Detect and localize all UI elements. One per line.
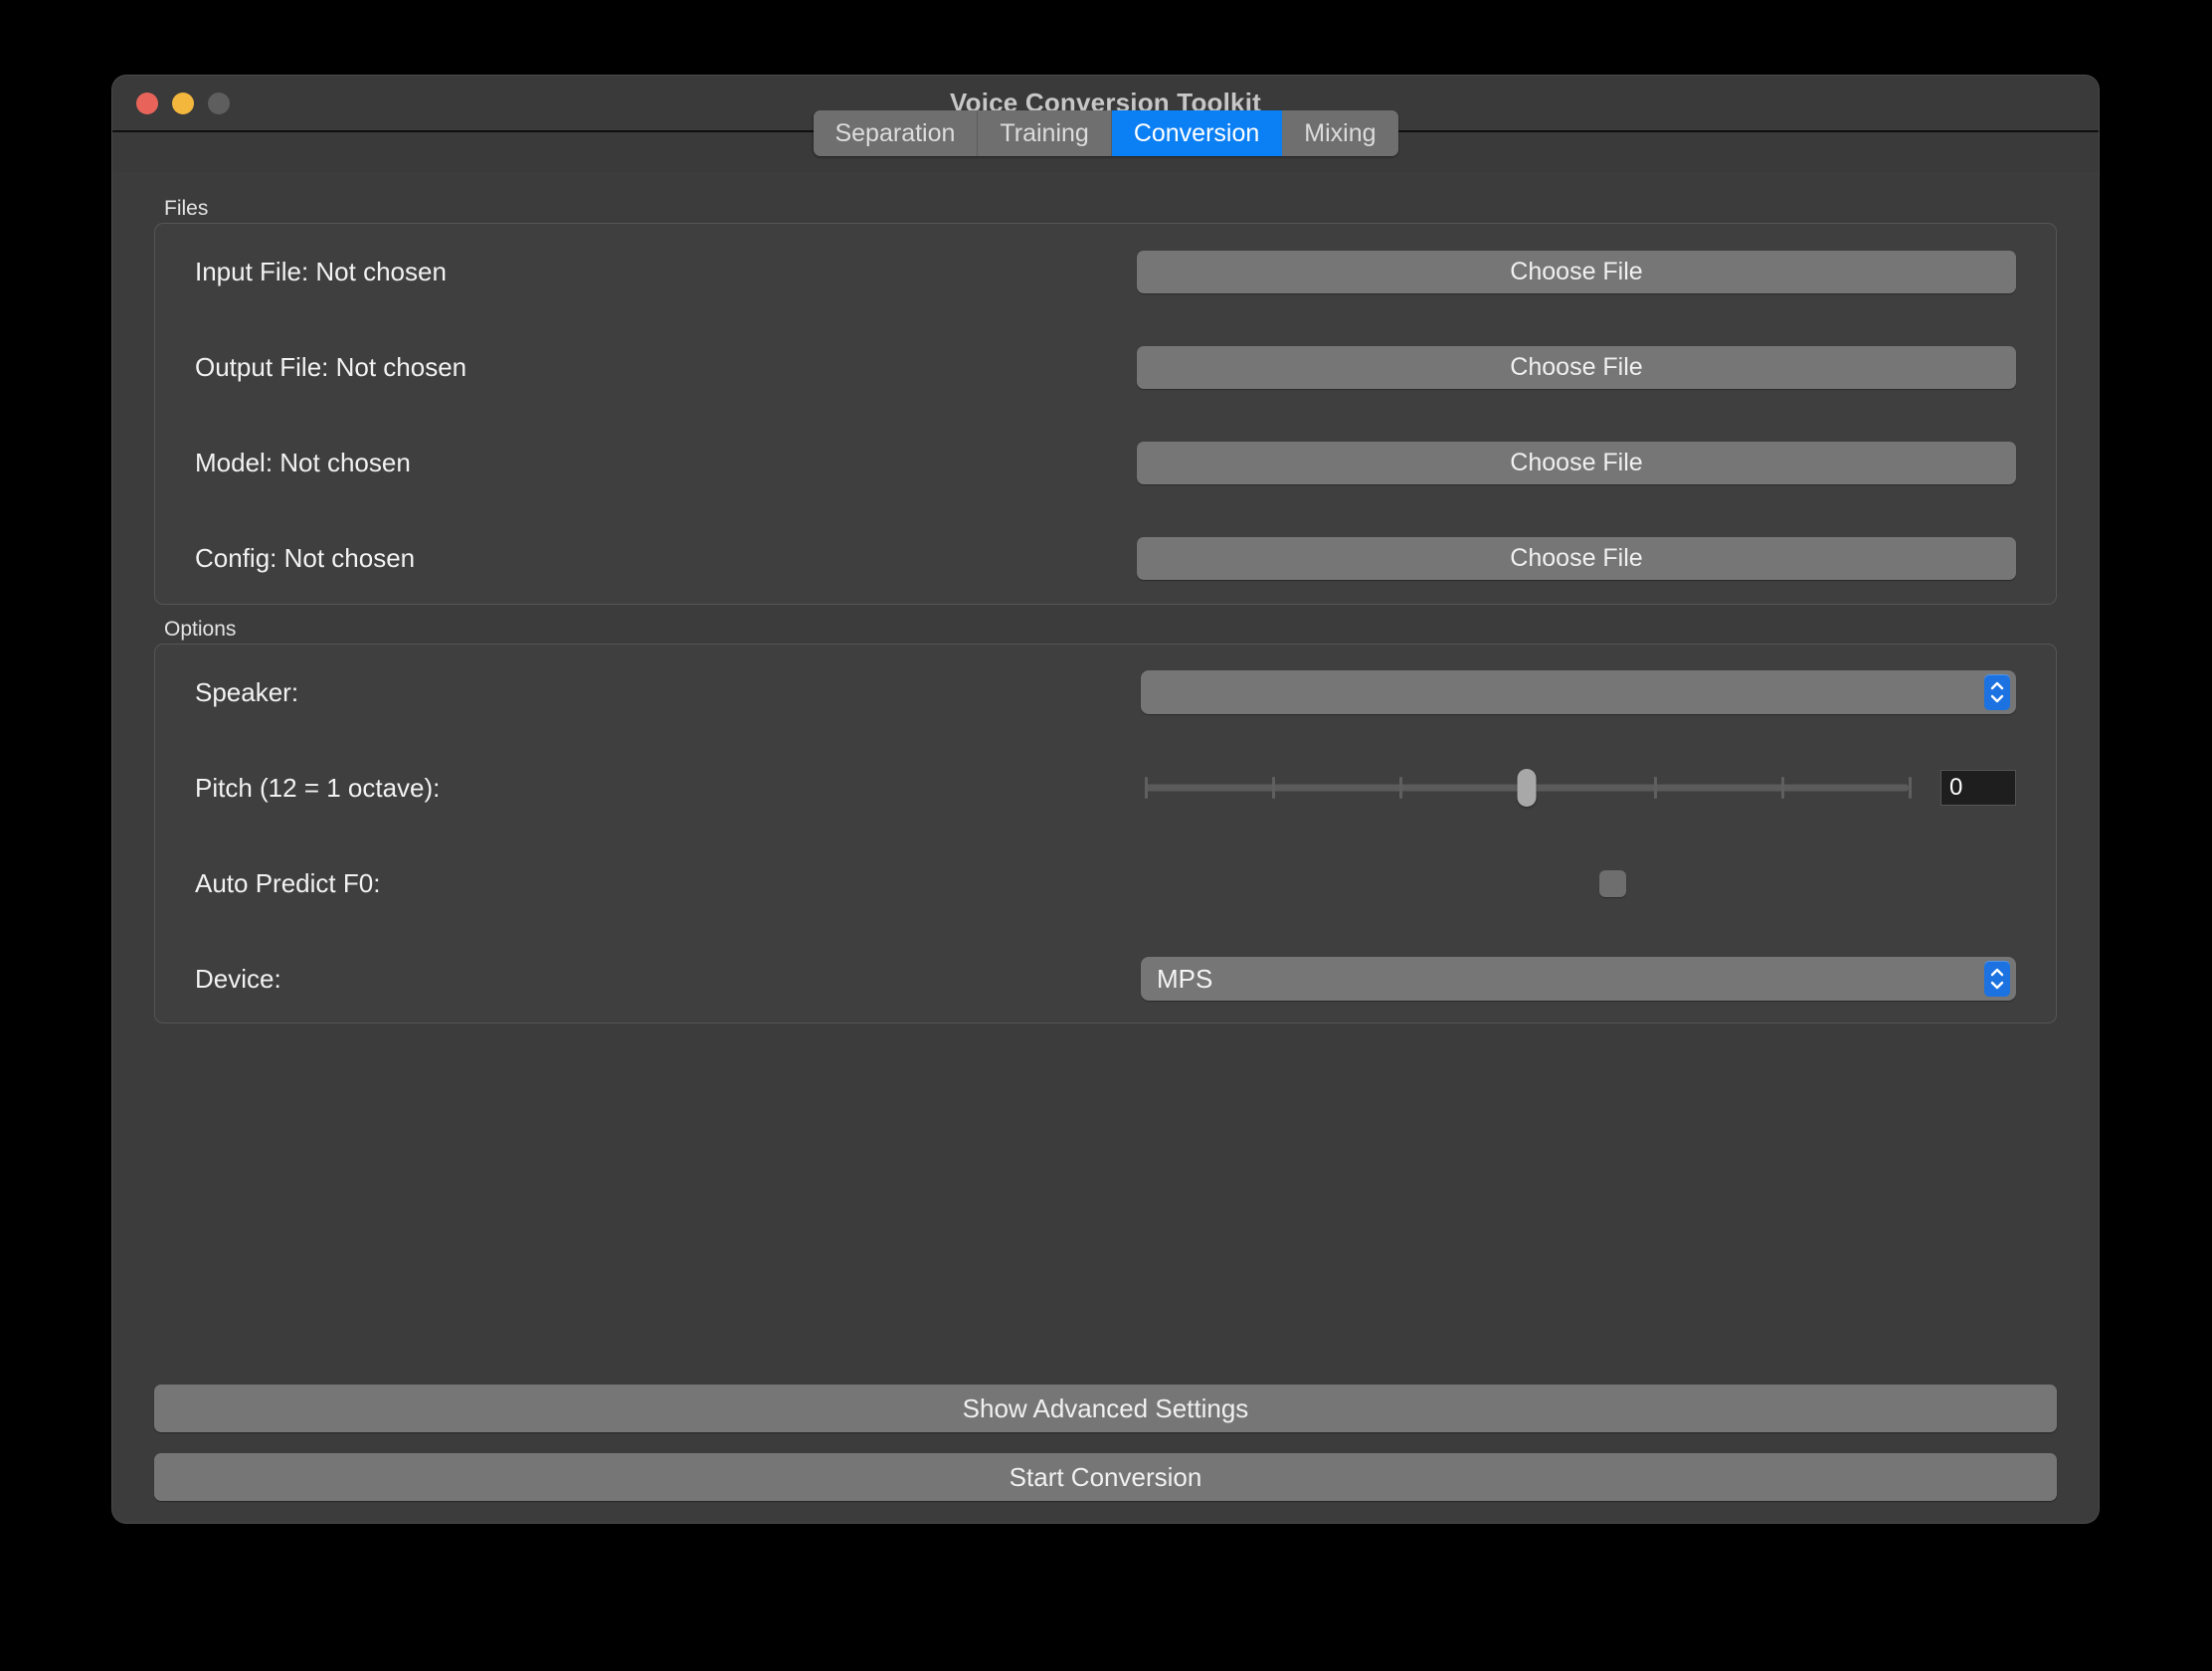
- pitch-control: 0: [802, 769, 2016, 807]
- options-group-label: Options: [164, 618, 237, 641]
- speaker-label: Speaker:: [195, 676, 299, 707]
- pitch-slider-tick: [1654, 777, 1657, 799]
- tab-mixing[interactable]: Mixing: [1282, 110, 1398, 156]
- chevron-up-down-icon[interactable]: [1984, 961, 2010, 997]
- start-conversion-button[interactable]: Start Conversion: [154, 1453, 2057, 1501]
- input-file-row: Input File: Not chosen Choose File: [195, 224, 2016, 319]
- choose-output-file-button[interactable]: Choose File: [1137, 345, 2016, 389]
- chevron-up-down-icon[interactable]: [1984, 674, 2010, 710]
- pitch-slider-wrap: 0: [802, 769, 2016, 807]
- auto-predict-f0-control: [802, 869, 2016, 897]
- device-label: Device:: [195, 963, 281, 994]
- device-select[interactable]: MPS: [1141, 957, 2016, 1001]
- choose-config-file-button[interactable]: Choose File: [1137, 536, 2016, 580]
- auto-predict-f0-label: Auto Predict F0:: [195, 867, 381, 898]
- device-control: MPS: [802, 957, 2016, 1001]
- files-group: Files Input File: Not chosen Choose File…: [154, 198, 2057, 605]
- output-file-row: Output File: Not chosen Choose File: [195, 319, 2016, 415]
- tab-training[interactable]: Training: [978, 110, 1112, 156]
- options-group: Options Speaker: Pitch (12 = 1 octave): …: [154, 619, 2057, 1023]
- pitch-slider-tick: [1909, 777, 1912, 799]
- bottom-actions: Show Advanced Settings Start Conversion: [154, 1385, 2057, 1501]
- input-file-label: Input File: Not chosen: [195, 256, 447, 286]
- zoom-window-button[interactable]: [208, 92, 230, 114]
- output-file-control: Choose File: [802, 345, 2016, 389]
- pitch-slider-thumb[interactable]: [1517, 769, 1537, 807]
- choose-input-file-button[interactable]: Choose File: [1137, 250, 2016, 293]
- model-file-label: Model: Not chosen: [195, 447, 411, 477]
- speaker-control: [802, 670, 2016, 714]
- tabbar-region: Separation Training Conversion Mixing: [112, 110, 2099, 172]
- options-group-box: Speaker: Pitch (12 = 1 octave): 0 Auto P…: [154, 644, 2057, 1023]
- pitch-slider[interactable]: [1145, 769, 1912, 807]
- output-file-label: Output File: Not chosen: [195, 351, 467, 382]
- speaker-row: Speaker:: [195, 645, 2016, 740]
- content-area: Files Input File: Not chosen Choose File…: [112, 172, 2099, 1523]
- pitch-value-field[interactable]: 0: [1940, 770, 2016, 806]
- app-window: Voice Conversion Toolkit Separation Trai…: [112, 76, 2099, 1523]
- config-file-control: Choose File: [802, 536, 2016, 580]
- files-group-box: Input File: Not chosen Choose File Outpu…: [154, 223, 2057, 605]
- config-file-row: Config: Not chosen Choose File: [195, 510, 2016, 606]
- choose-model-file-button[interactable]: Choose File: [1137, 441, 2016, 484]
- pitch-slider-tick: [1781, 777, 1784, 799]
- close-window-button[interactable]: [136, 92, 158, 114]
- pitch-slider-tick: [1145, 777, 1148, 799]
- model-file-control: Choose File: [802, 441, 2016, 484]
- traffic-lights: [136, 92, 230, 114]
- tab-conversion[interactable]: Conversion: [1111, 110, 1283, 156]
- tab-separation[interactable]: Separation: [813, 110, 979, 156]
- files-group-label: Files: [164, 197, 209, 220]
- speaker-select[interactable]: [1141, 670, 2016, 714]
- pitch-row: Pitch (12 = 1 octave): 0: [195, 740, 2016, 836]
- input-file-control: Choose File: [802, 250, 2016, 293]
- device-select-value: MPS: [1157, 963, 1213, 994]
- show-advanced-settings-button[interactable]: Show Advanced Settings: [154, 1385, 2057, 1432]
- model-file-row: Model: Not chosen Choose File: [195, 415, 2016, 510]
- device-row: Device: MPS: [195, 931, 2016, 1026]
- minimize-window-button[interactable]: [172, 92, 194, 114]
- config-file-label: Config: Not chosen: [195, 542, 416, 573]
- pitch-label: Pitch (12 = 1 octave):: [195, 772, 441, 803]
- auto-predict-f0-checkbox[interactable]: [1599, 869, 1626, 897]
- pitch-slider-tick: [1272, 777, 1275, 799]
- tabstrip: Separation Training Conversion Mixing: [813, 110, 1398, 156]
- auto-predict-f0-row: Auto Predict F0:: [195, 836, 2016, 931]
- pitch-slider-tick: [1399, 777, 1402, 799]
